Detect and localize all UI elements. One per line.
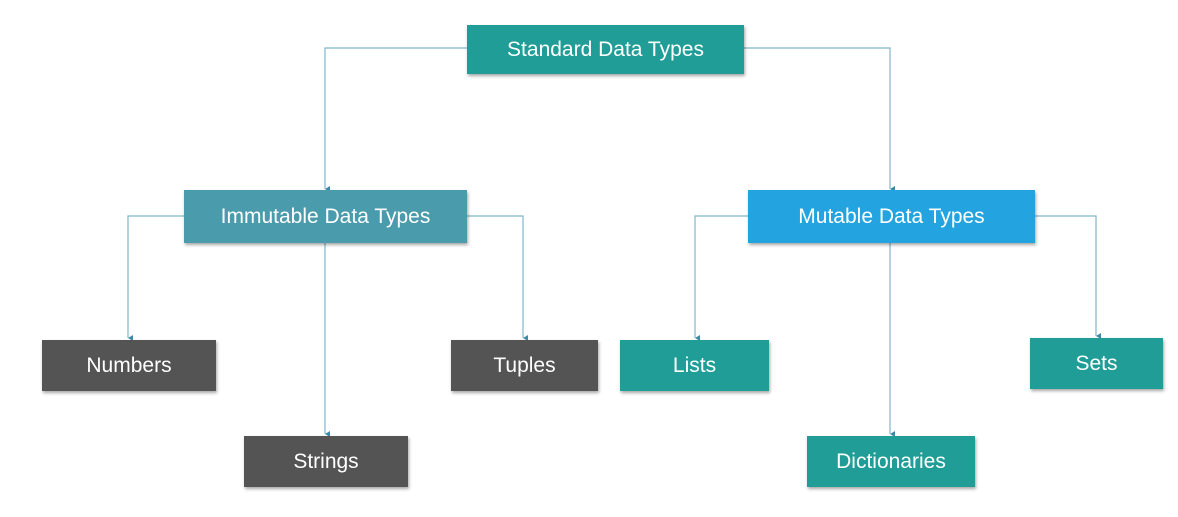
connector-lines bbox=[127, 47, 1101, 437]
connector-immutable-tuples bbox=[467, 215, 528, 341]
connector-immutable-numbers bbox=[127, 215, 184, 341]
numbers-node: Numbers bbox=[42, 340, 216, 391]
immutable-data-types-node: Immutable Data Types bbox=[184, 190, 467, 243]
data-types-diagram: Standard Data Types Immutable Data Types… bbox=[0, 0, 1178, 517]
tuples-node: Tuples bbox=[451, 340, 598, 391]
sets-node: Sets bbox=[1030, 338, 1163, 389]
standard-data-types-node: Standard Data Types bbox=[467, 25, 744, 74]
connector-root-immutable bbox=[324, 47, 467, 192]
connector-root-mutable bbox=[744, 47, 895, 192]
dictionaries-node: Dictionaries bbox=[807, 436, 975, 487]
connector-mutable-lists bbox=[694, 215, 748, 341]
connector-mutable-sets bbox=[1035, 215, 1101, 339]
strings-node: Strings bbox=[244, 436, 408, 487]
mutable-data-types-node: Mutable Data Types bbox=[748, 190, 1035, 243]
lists-node: Lists bbox=[620, 340, 769, 391]
